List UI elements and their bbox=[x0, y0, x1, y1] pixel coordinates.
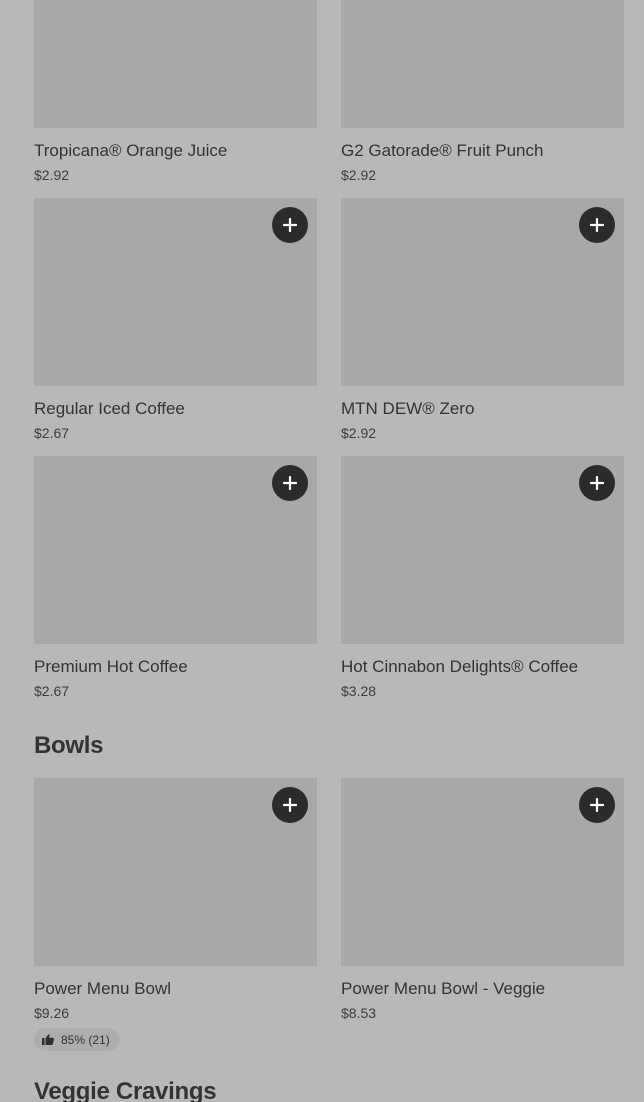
menu-item-card[interactable]: G2 Gatorade® Fruit Punch $2.92 bbox=[341, 0, 624, 183]
item-image[interactable] bbox=[341, 456, 624, 644]
menu-item-card[interactable]: MTN DEW® Zero $2.92 bbox=[341, 198, 624, 441]
item-image[interactable] bbox=[341, 778, 624, 966]
add-to-cart-button[interactable] bbox=[579, 207, 615, 243]
section-title-bowls: Bowls bbox=[34, 732, 104, 759]
menu-item-card[interactable]: Premium Hot Coffee $2.67 bbox=[34, 456, 317, 699]
thumbs-up-icon bbox=[42, 1034, 54, 1045]
item-name: Power Menu Bowl - Veggie bbox=[341, 979, 546, 998]
plus-icon bbox=[590, 798, 604, 812]
add-to-cart-button[interactable] bbox=[272, 787, 308, 823]
plus-icon bbox=[590, 476, 604, 490]
rating-text: 85% (21) bbox=[61, 1032, 110, 1047]
plus-icon bbox=[590, 218, 604, 232]
item-name: Hot Cinnabon Delights® Coffee bbox=[341, 657, 579, 676]
plus-icon bbox=[283, 476, 297, 490]
menu-item-card[interactable]: Hot Cinnabon Delights® Coffee $3.28 bbox=[341, 456, 624, 699]
menu-page: Tropicana® Orange Juice $2.92 G2 Gatorad… bbox=[0, 0, 644, 1102]
item-name: Tropicana® Orange Juice bbox=[34, 141, 228, 160]
item-image[interactable] bbox=[34, 456, 317, 644]
add-to-cart-button[interactable] bbox=[579, 787, 615, 823]
item-name: Premium Hot Coffee bbox=[34, 657, 188, 676]
item-name: MTN DEW® Zero bbox=[341, 399, 475, 418]
item-price: $9.26 bbox=[34, 1005, 70, 1021]
plus-icon bbox=[283, 218, 297, 232]
item-price: $2.92 bbox=[341, 167, 377, 183]
plus-icon bbox=[283, 798, 297, 812]
item-image[interactable] bbox=[34, 778, 317, 966]
menu-item-card[interactable]: Power Menu Bowl - Veggie $8.53 bbox=[341, 778, 624, 1021]
item-image[interactable] bbox=[34, 0, 317, 128]
item-price: $2.67 bbox=[34, 425, 70, 441]
item-image[interactable] bbox=[341, 0, 624, 128]
item-price: $2.92 bbox=[34, 167, 70, 183]
add-to-cart-button[interactable] bbox=[272, 207, 308, 243]
section-title-veggie-cravings: Veggie Cravings bbox=[34, 1078, 217, 1102]
item-image[interactable] bbox=[341, 198, 624, 386]
item-name: Power Menu Bowl bbox=[34, 979, 172, 998]
menu-item-card[interactable]: Regular Iced Coffee $2.67 bbox=[34, 198, 317, 441]
add-to-cart-button[interactable] bbox=[579, 465, 615, 501]
item-price: $2.67 bbox=[34, 683, 70, 699]
item-name: Regular Iced Coffee bbox=[34, 399, 185, 418]
item-price: $2.92 bbox=[341, 425, 377, 441]
add-to-cart-button[interactable] bbox=[272, 465, 308, 501]
item-image[interactable] bbox=[34, 198, 317, 386]
menu-item-card[interactable]: Power Menu Bowl $9.26 85% (21) bbox=[34, 778, 317, 1051]
item-name: G2 Gatorade® Fruit Punch bbox=[341, 141, 544, 160]
rating-badge: 85% (21) bbox=[34, 1028, 119, 1051]
menu-item-card[interactable]: Tropicana® Orange Juice $2.92 bbox=[34, 0, 317, 183]
item-price: $3.28 bbox=[341, 683, 377, 699]
item-price: $8.53 bbox=[341, 1005, 377, 1021]
